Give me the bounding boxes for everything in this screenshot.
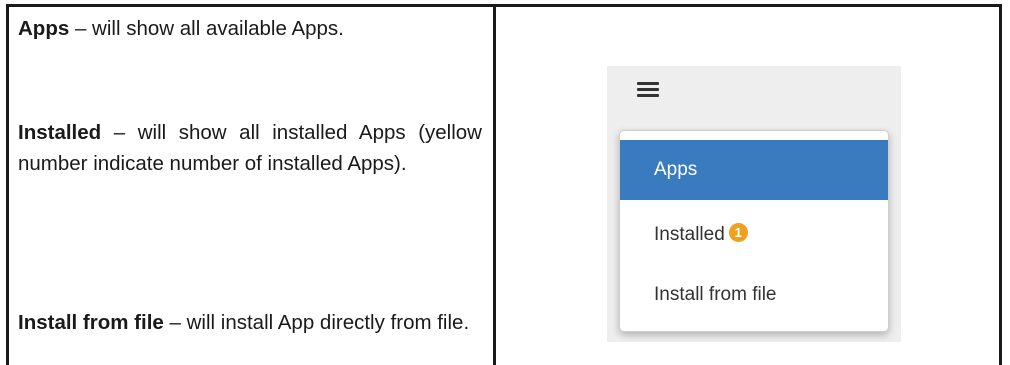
apps-description: Apps – will show all available Apps. [18,13,482,44]
menu-item-installed-label: Installed [654,224,725,245]
apps-text: – will show all available Apps. [69,17,344,40]
hamburger-menu-icon[interactable] [637,80,659,99]
documentation-table: Apps – will show all available Apps. Ins… [0,0,1010,365]
table-border-left [6,4,9,365]
installed-term: Installed [18,121,102,144]
menu-item-apps[interactable]: Apps [620,140,888,200]
menu-screenshot: Apps Installed 1 Install from file [607,66,901,342]
install-from-file-text: – will install App directly from file. [163,311,470,334]
dropdown-menu: Apps Installed 1 Install from file [619,130,889,332]
table-border-right [999,4,1002,365]
installed-count-badge: 1 [728,223,748,242]
menu-item-installed[interactable]: Installed 1 [620,205,888,265]
install-from-file-description: Install from file – will install App dir… [18,307,482,338]
apps-term: Apps [18,17,70,40]
table-border-middle [493,4,496,365]
installed-description: Installed – will show all installed Apps… [18,117,482,179]
menu-item-apps-label: Apps [654,159,698,180]
description-cell: Apps – will show all available Apps. Ins… [18,6,482,365]
menu-item-install-from-file-label: Install from file [654,284,777,305]
install-from-file-term: Install from file [18,311,164,334]
menu-item-install-from-file[interactable]: Install from file [620,265,888,325]
